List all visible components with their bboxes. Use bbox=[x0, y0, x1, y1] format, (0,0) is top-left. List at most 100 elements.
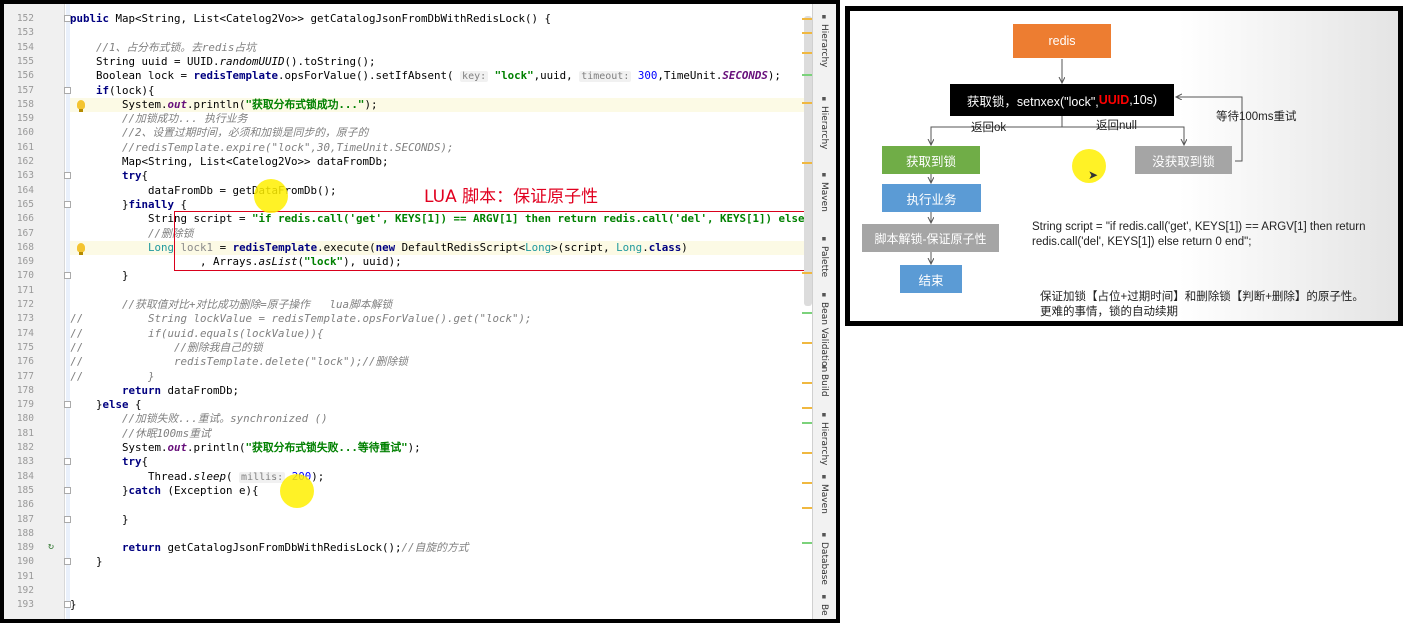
code-line[interactable]: } bbox=[70, 555, 103, 569]
code-line[interactable]: try{ bbox=[70, 455, 148, 469]
code-line[interactable]: // if(uuid.equals(lockValue)){ bbox=[70, 327, 324, 341]
stripe-marker[interactable] bbox=[802, 507, 812, 509]
code-line[interactable]: // } bbox=[70, 370, 155, 384]
code-line[interactable]: if(lock){ bbox=[70, 84, 155, 98]
code-line[interactable]: //加锁失败...重试。synchronized () bbox=[70, 412, 328, 426]
code-line[interactable]: } bbox=[70, 513, 129, 527]
code-token: //删除我自己的锁 bbox=[174, 340, 263, 354]
fold-toggle-icon[interactable] bbox=[64, 15, 71, 22]
code-editor[interactable]: 152 public Map<String, List<Catelog2Vo>> … bbox=[4, 4, 836, 619]
tool-window-tab[interactable]: Hierarchy bbox=[819, 24, 829, 68]
lightbulb-icon[interactable] bbox=[77, 99, 85, 112]
fold-toggle-icon[interactable] bbox=[64, 458, 71, 466]
tool-window-tab[interactable]: Maven bbox=[819, 484, 829, 514]
stripe-marker[interactable] bbox=[802, 382, 812, 384]
fold-toggle-icon[interactable] bbox=[64, 486, 71, 494]
stripe-marker[interactable] bbox=[802, 312, 812, 314]
line-number: 184 bbox=[16, 470, 34, 482]
ide-window: 152 public Map<String, List<Catelog2Vo>> … bbox=[0, 0, 840, 623]
stripe-marker[interactable] bbox=[802, 162, 812, 164]
code-line[interactable]: dataFromDb = getDataFromDb(); bbox=[70, 184, 337, 198]
stripe-marker[interactable] bbox=[802, 74, 812, 76]
code-token: Thread. bbox=[70, 469, 194, 483]
stripe-marker[interactable] bbox=[802, 482, 812, 484]
code-line[interactable]: //加锁成功... 执行业务 bbox=[70, 112, 247, 126]
fold-toggle-icon[interactable] bbox=[64, 272, 71, 280]
code-token: (Exception e){ bbox=[161, 483, 259, 497]
code-line[interactable]: // redisTemplate.delete("lock");//删除锁 bbox=[70, 355, 408, 369]
line-number: 183 bbox=[16, 456, 34, 468]
tool-window-tab[interactable]: Database bbox=[819, 542, 829, 585]
code-line[interactable]: // //删除我自己的锁 bbox=[70, 341, 263, 355]
label-return-null: 返回null bbox=[1096, 120, 1137, 132]
code-line[interactable]: Boolean lock = redisTemplate.opsForValue… bbox=[70, 69, 781, 84]
code-line[interactable]: //1、占分布式锁。去redis占坑 bbox=[70, 41, 256, 55]
code-token: return bbox=[122, 541, 162, 555]
code-token: 300 bbox=[637, 69, 658, 83]
tool-window-tab[interactable]: Hierarchy bbox=[819, 422, 829, 466]
fold-toggle-icon[interactable] bbox=[64, 601, 71, 609]
fold-toggle-icon[interactable] bbox=[64, 200, 71, 208]
code-token: } bbox=[70, 269, 129, 283]
tool-window-tab[interactable]: Build bbox=[819, 374, 829, 397]
line-number: 152 bbox=[16, 13, 34, 24]
line-number: 162 bbox=[16, 156, 34, 167]
fold-toggle-icon[interactable] bbox=[64, 401, 71, 409]
stripe-marker[interactable] bbox=[802, 407, 812, 409]
stripe-marker[interactable] bbox=[802, 272, 812, 274]
stripe-marker[interactable] bbox=[802, 52, 812, 54]
code-line[interactable]: }catch (Exception e){ bbox=[70, 484, 259, 498]
line-number: 164 bbox=[16, 184, 34, 196]
code-line[interactable]: try{ bbox=[70, 169, 148, 183]
code-line[interactable]: return getCatalogJsonFromDbWithRedisLock… bbox=[70, 541, 469, 555]
code-token: //redisTemplate.expire("lock",30,TimeUni… bbox=[122, 140, 454, 154]
code-line[interactable]: Map<String, List<Catelog2Vo>> dataFromDb… bbox=[70, 155, 389, 169]
fold-toggle-icon[interactable] bbox=[64, 558, 71, 566]
tool-window-tab[interactable]: Maven bbox=[819, 182, 829, 212]
code-line[interactable]: } bbox=[70, 269, 129, 283]
code-line[interactable]: public Map<String, List<Catelog2Vo>> get… bbox=[70, 12, 551, 26]
code-line[interactable]: String uuid = UUID.randomUUID().toString… bbox=[70, 55, 376, 69]
fold-toggle-icon[interactable] bbox=[64, 515, 71, 523]
tool-window-tab[interactable]: Hierarchy bbox=[819, 106, 829, 150]
code-token: //2、设置过期时间，必须和加锁是同步的，原子的 bbox=[122, 126, 369, 140]
code-line[interactable]: // String lockValue = redisTemplate.opsF… bbox=[70, 312, 532, 326]
stripe-marker[interactable] bbox=[802, 32, 812, 34]
code-token: if(uuid.equals(lockValue)){ bbox=[148, 326, 324, 340]
lightbulb-icon[interactable] bbox=[77, 242, 85, 255]
code-line[interactable]: //2、设置过期时间，必须和加锁是同步的，原子的 bbox=[70, 126, 368, 140]
code-line[interactable]: //获取值对比+对比成功删除=原子操作 lua脚本解锁 bbox=[70, 298, 392, 312]
code-line[interactable]: System.out.println("获取分布式锁失败...等待重试"); bbox=[70, 441, 421, 455]
code-token: return bbox=[122, 383, 162, 397]
stripe-marker[interactable] bbox=[802, 342, 812, 344]
stripe-marker[interactable] bbox=[802, 452, 812, 454]
code-line[interactable]: //休眠100ms重试 bbox=[70, 427, 211, 441]
code-line[interactable]: //redisTemplate.expire("lock",30,TimeUni… bbox=[70, 141, 454, 155]
mouse-highlight bbox=[280, 474, 314, 508]
stripe-marker[interactable] bbox=[802, 102, 812, 104]
line-number: 161 bbox=[16, 141, 34, 153]
code-token: dataFromDb; bbox=[161, 383, 240, 397]
fold-toggle-icon[interactable] bbox=[64, 172, 71, 180]
stripe-marker[interactable] bbox=[802, 18, 812, 20]
tool-window-icon: ▪ bbox=[821, 234, 827, 244]
stripe-marker[interactable] bbox=[802, 542, 812, 544]
code-line[interactable]: System.out.println("获取分布式锁成功..."); bbox=[70, 97, 812, 113]
tool-window-tab[interactable]: Be bbox=[819, 604, 829, 616]
stripe-marker[interactable] bbox=[802, 422, 812, 424]
fold-toggle-icon[interactable] bbox=[64, 86, 71, 94]
code-line[interactable]: }finally { bbox=[70, 198, 187, 212]
code-token: } bbox=[70, 398, 103, 412]
code-line[interactable]: }else { bbox=[70, 398, 142, 412]
code-token: try bbox=[122, 169, 142, 183]
code-token: //获取值对比+对比成功删除=原子操作 lua脚本解锁 bbox=[122, 298, 393, 311]
code-line[interactable]: return dataFromDb; bbox=[70, 384, 239, 398]
tool-window-tab[interactable]: Palette bbox=[819, 246, 829, 277]
code-token: System. bbox=[70, 441, 168, 454]
